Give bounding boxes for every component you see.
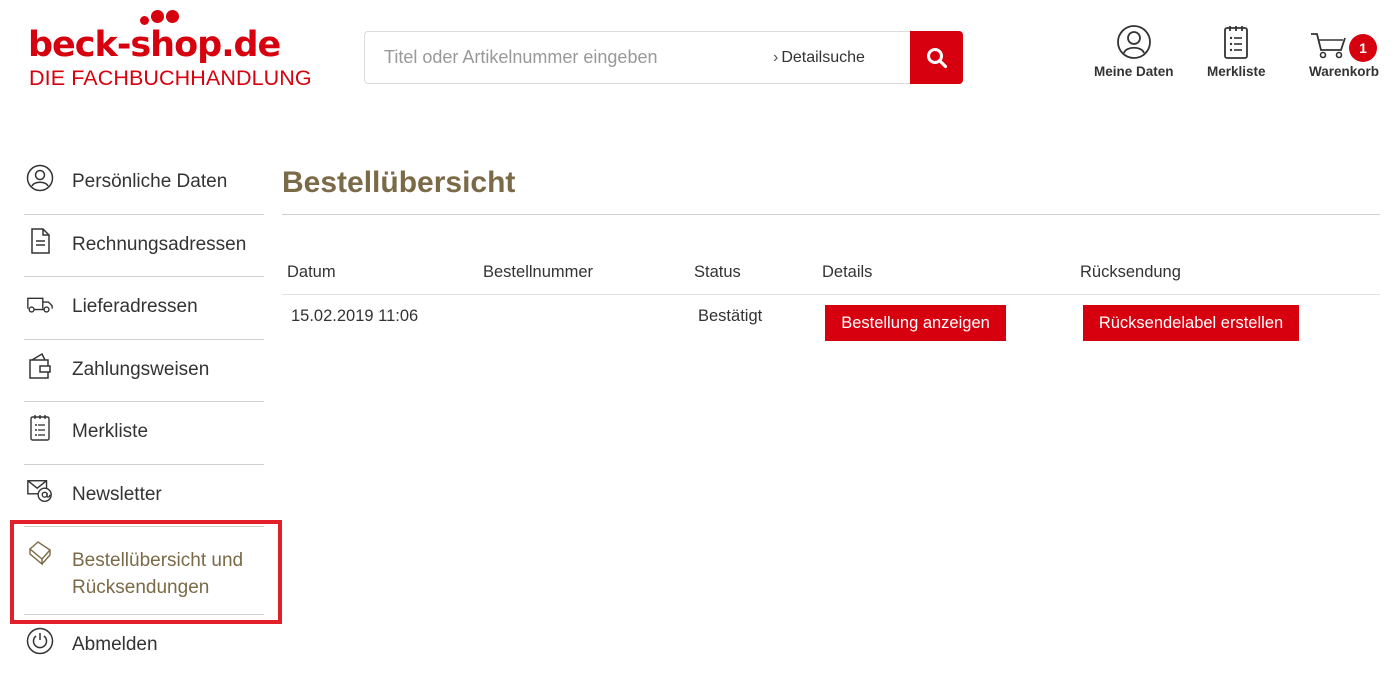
column-header-return: Rücksendung [1080, 263, 1181, 281]
my-data-label: Meine Daten [1094, 64, 1174, 79]
watchlist-label: Merkliste [1207, 64, 1266, 79]
sidebar-item-label: Abmelden [72, 634, 158, 655]
truck-icon [27, 297, 53, 313]
cart-icon [1311, 33, 1346, 59]
search-icon [926, 47, 947, 68]
show-order-button[interactable]: Bestellung anzeigen [825, 305, 1006, 341]
watchlist-link[interactable]: Merkliste [1207, 24, 1266, 79]
sidebar-item-label: Persönliche Daten [72, 171, 228, 192]
checklist-icon [30, 415, 50, 441]
cart-link[interactable]: 1 Warenkorb [1309, 24, 1379, 79]
sidebar-item-label: Lieferadressen [72, 296, 198, 317]
logo-subtitle: DIE FACHBUCHHANDLUNG [29, 66, 312, 90]
user-icon [1116, 25, 1151, 59]
active-item-highlight [10, 520, 282, 624]
my-data-link[interactable]: Meine Daten [1094, 24, 1174, 79]
sidebar-item-billing-addresses[interactable]: Rechnungsadressen [24, 215, 264, 277]
sidebar-item-logout[interactable]: Abmelden [24, 615, 264, 678]
cart-count-badge: 1 [1349, 34, 1377, 62]
detail-search-link[interactable]: › Detailsuche [773, 49, 865, 67]
sidebar-item-label: Rechnungsadressen [72, 233, 247, 255]
table-header-divider [282, 294, 1380, 295]
order-status: Bestätigt [698, 307, 763, 325]
sidebar-item-payment-methods[interactable]: Zahlungsweisen [24, 340, 264, 402]
search-button[interactable] [910, 31, 963, 84]
title-divider [282, 214, 1380, 215]
sidebar-item-delivery-addresses[interactable]: Lieferadressen [24, 277, 264, 340]
brand-logo[interactable]: beck-shop.de DIE FACHBUCHHANDLUNG [28, 10, 312, 95]
sidebar-item-personal-data[interactable]: Persönliche Daten [24, 152, 264, 215]
column-header-status: Status [694, 263, 741, 281]
order-date: 15.02.2019 11:06 [291, 307, 419, 325]
mail-at-icon [27, 479, 52, 502]
sidebar-item-newsletter[interactable]: Newsletter [24, 465, 264, 527]
sidebar-item-label: Merkliste [72, 421, 149, 442]
detail-search-label: Detailsuche [781, 49, 865, 66]
user-icon [26, 164, 54, 192]
sidebar-item-label: Zahlungsweisen [72, 358, 210, 380]
checklist-icon [1224, 26, 1249, 59]
column-header-order-number: Bestellnummer [483, 263, 594, 281]
column-header-date: Datum [287, 263, 336, 281]
page-title: Bestellübersicht [282, 166, 516, 199]
document-icon [31, 227, 50, 254]
power-icon [26, 627, 54, 655]
create-return-label-button[interactable]: Rücksendelabel erstellen [1083, 305, 1299, 341]
sidebar-item-label: Newsletter [72, 483, 162, 505]
search-bar: ›Detailsuche [364, 31, 963, 84]
sidebar-item-watchlist[interactable]: Merkliste [24, 402, 264, 465]
cart-label: Warenkorb [1309, 64, 1380, 79]
column-header-details: Details [822, 263, 873, 281]
chevron-right-icon: › [773, 49, 779, 66]
wallet-icon [29, 352, 51, 379]
logo-title: beck-shop.de [28, 25, 281, 65]
search-input[interactable] [365, 32, 765, 83]
